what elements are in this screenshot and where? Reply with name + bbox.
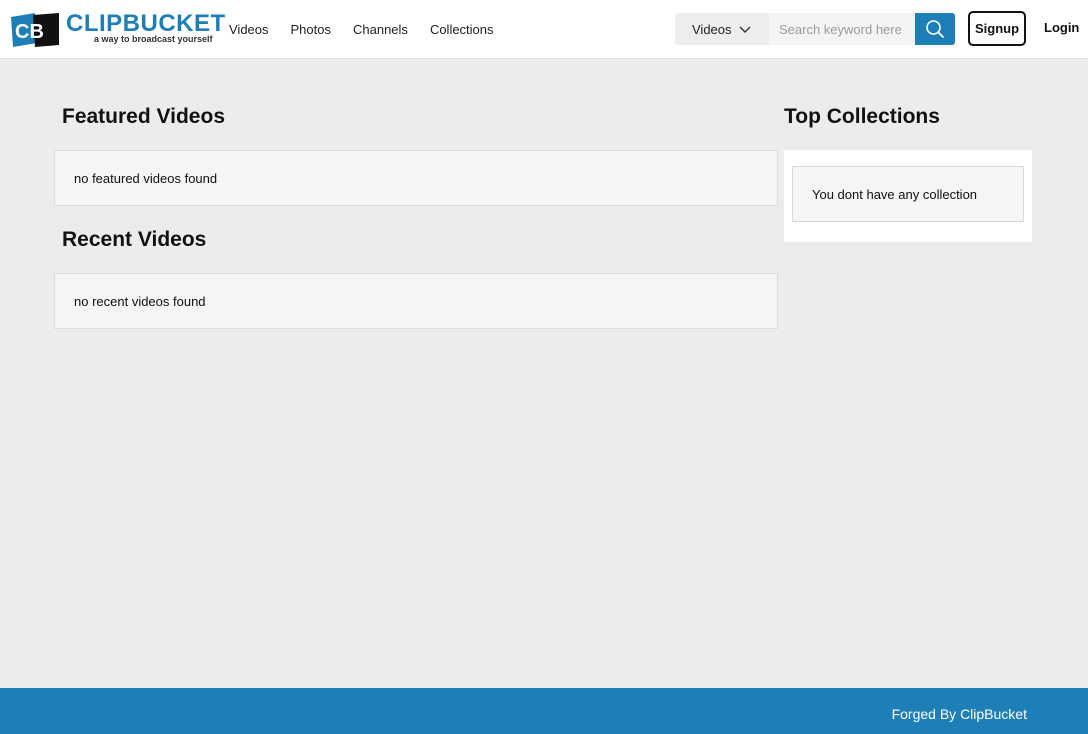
- featured-videos-empty: no featured videos found: [54, 150, 778, 206]
- main-nav: Videos Photos Channels Collections: [229, 0, 516, 58]
- featured-videos-title: Featured Videos: [62, 105, 225, 128]
- footer-credit[interactable]: Forged By ClipBucket: [892, 706, 1027, 722]
- nav-photos[interactable]: Photos: [291, 22, 331, 37]
- nav-videos[interactable]: Videos: [229, 22, 269, 37]
- logo-mark-letters: CB: [15, 21, 44, 43]
- clipbucket-logo[interactable]: CB CLIPBUCKET a way to broadcast yoursel…: [9, 10, 225, 48]
- search-icon: [926, 20, 945, 39]
- chevron-down-icon: [739, 26, 751, 33]
- top-collections-empty-text: You dont have any collection: [812, 186, 978, 202]
- signup-button[interactable]: Signup: [968, 11, 1026, 46]
- site-header: CB CLIPBUCKET a way to broadcast yoursel…: [0, 0, 1088, 59]
- nav-channels[interactable]: Channels: [353, 22, 408, 37]
- search-button[interactable]: [915, 13, 955, 45]
- search-input[interactable]: [769, 13, 915, 45]
- login-link[interactable]: Login: [1044, 20, 1079, 35]
- recent-videos-title: Recent Videos: [62, 228, 207, 251]
- top-collections-title: Top Collections: [784, 105, 940, 128]
- logo-mark-icon: CB: [11, 13, 59, 47]
- logo-tagline: a way to broadcast yourself: [94, 34, 213, 44]
- recent-videos-empty: no recent videos found: [54, 273, 778, 329]
- recent-videos-empty-text: no recent videos found: [74, 293, 206, 309]
- site-footer: Forged By ClipBucket: [0, 688, 1088, 734]
- nav-collections[interactable]: Collections: [430, 22, 494, 37]
- search-type-label: Videos: [692, 21, 732, 37]
- top-collections-panel: You dont have any collection: [784, 150, 1032, 242]
- top-collections-empty: You dont have any collection: [792, 166, 1024, 222]
- search-type-dropdown[interactable]: Videos: [675, 13, 769, 45]
- featured-videos-empty-text: no featured videos found: [74, 170, 218, 186]
